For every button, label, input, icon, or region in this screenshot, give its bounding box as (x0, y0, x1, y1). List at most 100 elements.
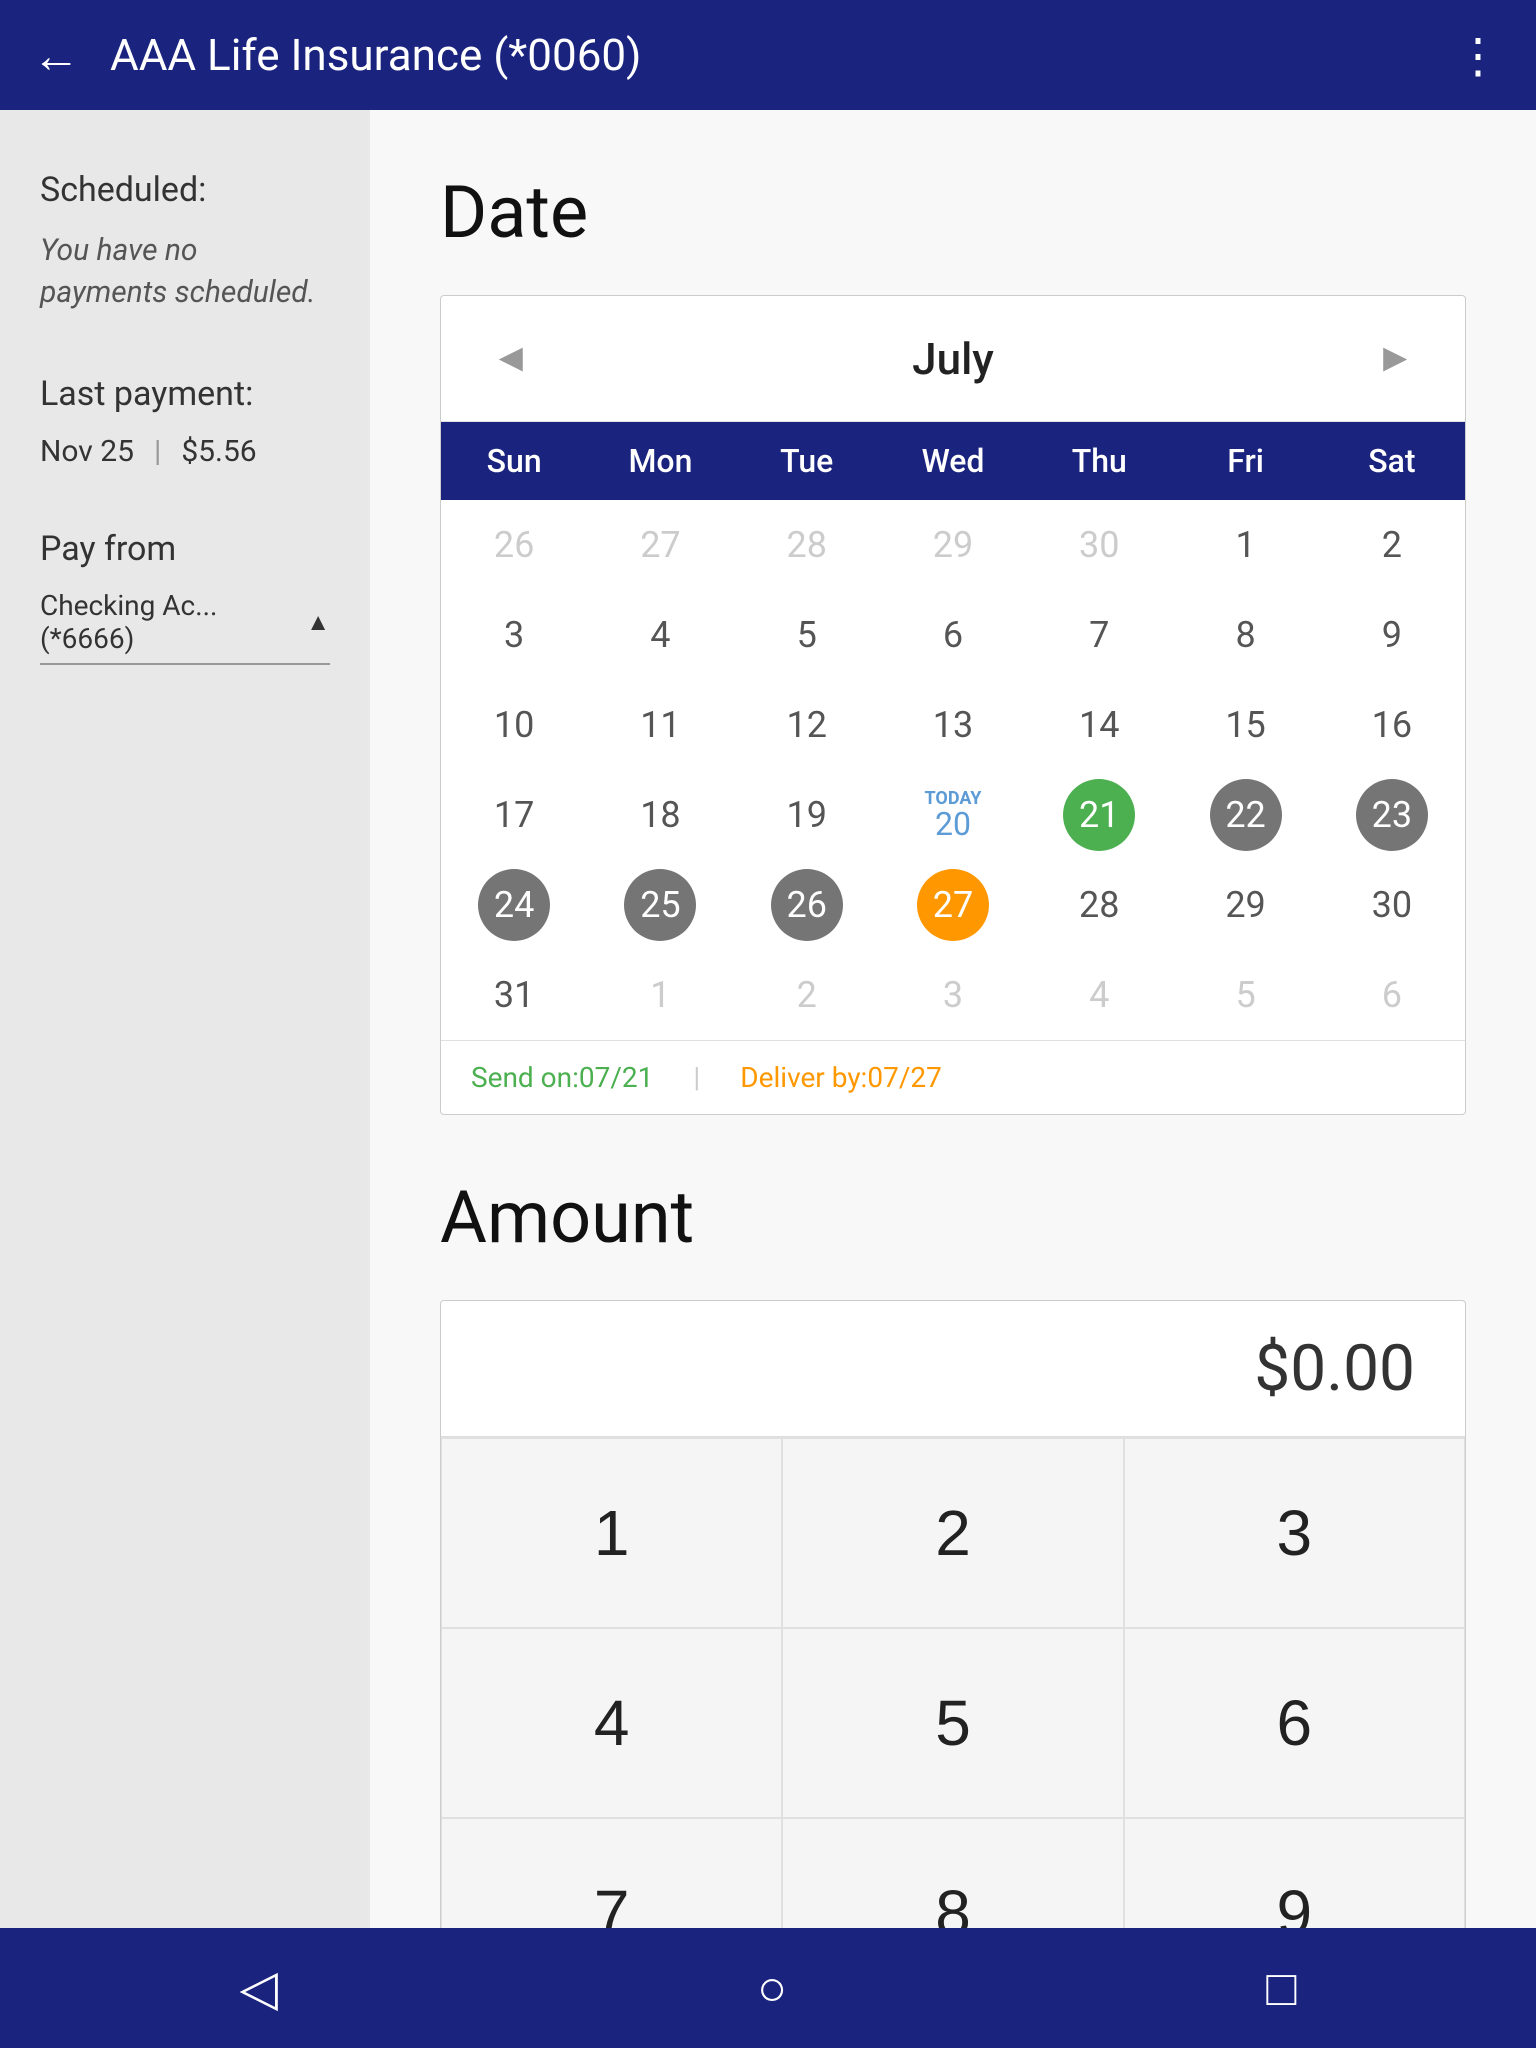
keypad-2-button[interactable]: 2 (782, 1438, 1123, 1628)
table-row[interactable]: 3 (441, 590, 587, 680)
last-payment-label: Last payment: (40, 374, 330, 414)
amount-section-title: Amount (440, 1175, 1466, 1260)
deliver-by-label: Deliver by: (740, 1061, 867, 1094)
account-text: Checking Ac... (*6666) (40, 589, 306, 655)
pay-from-label: Pay from (40, 529, 330, 569)
keypad-3-button[interactable]: 3 (1124, 1438, 1465, 1628)
page-title: AAA Life Insurance (*0060) (110, 29, 1454, 81)
dow-fri: Fri (1172, 422, 1318, 500)
table-row[interactable]: 26 (441, 500, 587, 590)
table-row[interactable]: 28 (734, 500, 880, 590)
table-row[interactable]: 14 (1026, 680, 1172, 770)
table-row[interactable]: 27 (587, 500, 733, 590)
payment-divider: | (154, 434, 161, 469)
footer-divider: | (693, 1061, 700, 1094)
right-content: Date ◄ July ► SunMonTueWedThuFriSat 2627… (370, 110, 1536, 1928)
table-row[interactable]: 23 (1319, 770, 1465, 860)
last-payment-amount: $5.56 (181, 434, 256, 469)
calendar-header: ◄ July ► (441, 296, 1465, 422)
next-month-button[interactable]: ► (1365, 326, 1425, 391)
table-row[interactable]: 9 (1319, 590, 1465, 680)
keypad-5-button[interactable]: 5 (782, 1628, 1123, 1818)
table-row[interactable]: 6 (1319, 950, 1465, 1040)
table-row[interactable]: 21 (1026, 770, 1172, 860)
table-row[interactable]: 19 (734, 770, 880, 860)
keypad-9-button[interactable]: 9 (1124, 1818, 1465, 1928)
table-row[interactable]: 12 (734, 680, 880, 770)
table-row[interactable]: 22 (1172, 770, 1318, 860)
back-icon[interactable]: ← (32, 27, 80, 84)
dow-sat: Sat (1319, 422, 1465, 500)
nav-home-button[interactable]: ○ (697, 1939, 847, 2037)
table-row[interactable]: 13 (880, 680, 1026, 770)
table-row[interactable]: 16 (1319, 680, 1465, 770)
date-section-title: Date (440, 170, 1466, 255)
table-row[interactable]: 11 (587, 680, 733, 770)
send-on-date: 07/21 (579, 1061, 654, 1094)
table-row[interactable]: 1 (1172, 500, 1318, 590)
table-row[interactable]: 4 (1026, 950, 1172, 1040)
keypad-8-button[interactable]: 8 (782, 1818, 1123, 1928)
table-row[interactable]: 3 (880, 950, 1026, 1040)
calendar: ◄ July ► SunMonTueWedThuFriSat 262728293… (440, 295, 1466, 1115)
scheduled-section: Scheduled: You have no payments schedule… (40, 170, 330, 314)
table-row[interactable]: 18 (587, 770, 733, 860)
table-row[interactable]: 27 (880, 860, 1026, 950)
dow-sun: Sun (441, 422, 587, 500)
table-row[interactable]: 5 (734, 590, 880, 680)
deliver-by-date: 07/27 (867, 1061, 942, 1094)
table-row[interactable]: 25 (587, 860, 733, 950)
table-row[interactable]: 2 (734, 950, 880, 1040)
table-row[interactable]: 30 (1319, 860, 1465, 950)
table-row[interactable]: 30 (1026, 500, 1172, 590)
main-content: Scheduled: You have no payments schedule… (0, 110, 1536, 1928)
last-payment-section: Last payment: Nov 25 | $5.56 (40, 374, 330, 469)
last-payment-value: Nov 25 | $5.56 (40, 434, 330, 469)
keypad-4-button[interactable]: 4 (441, 1628, 782, 1818)
deliver-by: Deliver by:07/27 (740, 1061, 942, 1094)
dow-thu: Thu (1026, 422, 1172, 500)
account-arrow: ▲ (306, 608, 330, 637)
send-on-label: Send on: (471, 1061, 579, 1094)
keypad-7-button[interactable]: 7 (441, 1818, 782, 1928)
table-row[interactable]: 17 (441, 770, 587, 860)
table-row[interactable]: 8 (1172, 590, 1318, 680)
top-bar: ← AAA Life Insurance (*0060) ⋮ (0, 0, 1536, 110)
calendar-month: July (912, 333, 994, 385)
table-row[interactable]: 29 (880, 500, 1026, 590)
table-row[interactable]: 2 (1319, 500, 1465, 590)
table-row[interactable]: 26 (734, 860, 880, 950)
last-payment-date: Nov 25 (40, 434, 134, 469)
table-row[interactable]: 7 (1026, 590, 1172, 680)
scheduled-note: You have no payments scheduled. (40, 230, 330, 314)
table-row[interactable]: 4 (587, 590, 733, 680)
table-row[interactable]: 24 (441, 860, 587, 950)
more-icon[interactable]: ⋮ (1454, 27, 1504, 84)
table-row[interactable]: 31 (441, 950, 587, 1040)
send-on: Send on:07/21 (471, 1061, 653, 1094)
table-row[interactable]: 6 (880, 590, 1026, 680)
table-row[interactable]: TODAY20 (880, 770, 1026, 860)
keypad-container: $0.00 1234567890⌫ (440, 1300, 1466, 1928)
scheduled-label: Scheduled: (40, 170, 330, 210)
pay-from-section: Pay from Checking Ac... (*6666) ▲ (40, 529, 330, 665)
calendar-days-grid[interactable]: 262728293012345678910111213141516171819T… (441, 500, 1465, 1040)
prev-month-button[interactable]: ◄ (481, 326, 541, 391)
table-row[interactable]: 5 (1172, 950, 1318, 1040)
calendar-footer: Send on:07/21 | Deliver by:07/27 (441, 1040, 1465, 1114)
amount-display: $0.00 (441, 1301, 1465, 1437)
table-row[interactable]: 28 (1026, 860, 1172, 950)
table-row[interactable]: 1 (587, 950, 733, 1040)
keypad-6-button[interactable]: 6 (1124, 1628, 1465, 1818)
keypad-1-button[interactable]: 1 (441, 1438, 782, 1628)
nav-recents-button[interactable]: □ (1206, 1939, 1356, 2037)
bottom-nav: ◁ ○ □ (0, 1928, 1536, 2048)
account-dropdown[interactable]: Checking Ac... (*6666) ▲ (40, 589, 330, 665)
table-row[interactable]: 10 (441, 680, 587, 770)
nav-back-button[interactable]: ◁ (180, 1939, 338, 2037)
table-row[interactable]: 29 (1172, 860, 1318, 950)
keypad-grid[interactable]: 1234567890⌫ (441, 1437, 1465, 1928)
table-row[interactable]: 15 (1172, 680, 1318, 770)
dow-mon: Mon (587, 422, 733, 500)
dow-wed: Wed (880, 422, 1026, 500)
